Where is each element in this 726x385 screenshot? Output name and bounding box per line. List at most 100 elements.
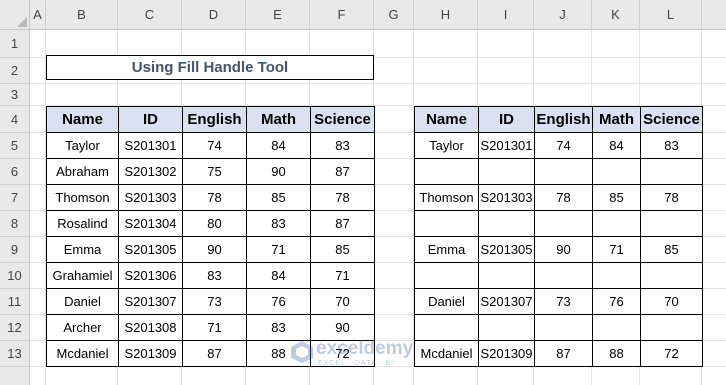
row-header-4[interactable]: 4	[0, 106, 30, 133]
cell-id[interactable]	[478, 210, 535, 237]
cell-name[interactable]	[414, 314, 479, 341]
cell-science[interactable]: 85	[640, 236, 703, 263]
cell-science[interactable]: 70	[640, 288, 703, 315]
column-header-h[interactable]: H	[414, 0, 478, 30]
header-english[interactable]: English	[534, 106, 593, 133]
cell-id[interactable]	[478, 158, 535, 185]
cell-id[interactable]: S201302	[118, 158, 183, 185]
cell-english[interactable]: 90	[182, 236, 247, 263]
cell-name[interactable]: Emma	[414, 236, 479, 263]
cell-name[interactable]: Thomson	[46, 184, 119, 211]
cell-name[interactable]: Archer	[46, 314, 119, 341]
cell-name[interactable]: Grahamiel	[46, 262, 119, 289]
header-math[interactable]: Math	[592, 106, 641, 133]
cell-name[interactable]: Taylor	[414, 132, 479, 159]
cell-math[interactable]	[592, 210, 641, 237]
header-english[interactable]: English	[182, 106, 247, 133]
cell-english[interactable]: 75	[182, 158, 247, 185]
select-all-corner[interactable]	[0, 0, 30, 30]
cell-science[interactable]: 78	[640, 184, 703, 211]
column-header-d[interactable]: D	[182, 0, 246, 30]
cell-math[interactable]	[592, 314, 641, 341]
row-header-1[interactable]: 1	[0, 30, 30, 58]
cell-english[interactable]: 78	[534, 184, 593, 211]
cell-english[interactable]: 87	[534, 340, 593, 367]
cell-english[interactable]: 83	[182, 262, 247, 289]
cell-id[interactable]: S201303	[478, 184, 535, 211]
cell-science[interactable]: 71	[310, 262, 375, 289]
cell-english[interactable]: 90	[534, 236, 593, 263]
cell-science[interactable]: 87	[310, 158, 375, 185]
cell-name[interactable]: Emma	[46, 236, 119, 263]
cell-science[interactable]: 83	[310, 132, 375, 159]
row-header-3[interactable]: 3	[0, 84, 30, 106]
cell-math[interactable]: 88	[246, 340, 311, 367]
cell-id[interactable]: S201306	[118, 262, 183, 289]
cell-name[interactable]: Rosalind	[46, 210, 119, 237]
column-header-c[interactable]: C	[118, 0, 182, 30]
cell-math[interactable]: 76	[592, 288, 641, 315]
cell-math[interactable]: 83	[246, 314, 311, 341]
cell-science[interactable]: 83	[640, 132, 703, 159]
cell-science[interactable]: 78	[310, 184, 375, 211]
cell-english[interactable]: 73	[534, 288, 593, 315]
cell-name[interactable]	[414, 262, 479, 289]
title-cell[interactable]: Using Fill Handle Tool	[46, 55, 374, 80]
cell-id[interactable]: S201305	[118, 236, 183, 263]
column-header-a[interactable]: A	[30, 0, 46, 30]
column-header-g[interactable]: G	[374, 0, 414, 30]
cell-math[interactable]	[592, 262, 641, 289]
cell-english[interactable]	[534, 262, 593, 289]
cell-name[interactable]: Abraham	[46, 158, 119, 185]
cell-science[interactable]	[640, 210, 703, 237]
cell-id[interactable]: S201309	[118, 340, 183, 367]
header-name[interactable]: Name	[414, 106, 479, 133]
row-header-9[interactable]: 9	[0, 237, 30, 263]
column-header-j[interactable]: J	[534, 0, 592, 30]
cell-math[interactable]: 84	[246, 262, 311, 289]
cell-science[interactable]: 72	[640, 340, 703, 367]
cell-id[interactable]: S201305	[478, 236, 535, 263]
cell-science[interactable]	[640, 314, 703, 341]
row-header-2[interactable]: 2	[0, 58, 30, 84]
cell-id[interactable]: S201307	[118, 288, 183, 315]
cell-english[interactable]: 78	[182, 184, 247, 211]
cell-name[interactable]: Daniel	[414, 288, 479, 315]
cell-name[interactable]: Mcdaniel	[414, 340, 479, 367]
cell-math[interactable]	[592, 158, 641, 185]
cell-name[interactable]: Daniel	[46, 288, 119, 315]
column-header-f[interactable]: F	[310, 0, 374, 30]
row-header-6[interactable]: 6	[0, 159, 30, 185]
cell-id[interactable]: S201309	[478, 340, 535, 367]
cell-english[interactable]: 87	[182, 340, 247, 367]
header-name[interactable]: Name	[46, 106, 119, 133]
cell-science[interactable]: 90	[310, 314, 375, 341]
cell-english[interactable]: 74	[534, 132, 593, 159]
header-science[interactable]: Science	[640, 106, 703, 133]
row-header-5[interactable]: 5	[0, 133, 30, 159]
cell-id[interactable]: S201301	[478, 132, 535, 159]
cell-math[interactable]: 88	[592, 340, 641, 367]
cell-math[interactable]: 84	[246, 132, 311, 159]
row-header-8[interactable]: 8	[0, 211, 30, 237]
header-id[interactable]: ID	[118, 106, 183, 133]
cell-science[interactable]: 87	[310, 210, 375, 237]
cell-science[interactable]: 70	[310, 288, 375, 315]
cell-id[interactable]: S201307	[478, 288, 535, 315]
cell-math[interactable]: 76	[246, 288, 311, 315]
column-header-e[interactable]: E	[246, 0, 310, 30]
cell-name[interactable]	[414, 158, 479, 185]
cell-science[interactable]	[640, 262, 703, 289]
column-header-b[interactable]: B	[46, 0, 118, 30]
cell-id[interactable]	[478, 262, 535, 289]
cell-english[interactable]: 74	[182, 132, 247, 159]
header-math[interactable]: Math	[246, 106, 311, 133]
cell-name[interactable]: Mcdaniel	[46, 340, 119, 367]
cell-english[interactable]	[534, 158, 593, 185]
cell-english[interactable]	[534, 210, 593, 237]
cell-name[interactable]	[414, 210, 479, 237]
column-header-i[interactable]: I	[478, 0, 534, 30]
cell-name[interactable]: Thomson	[414, 184, 479, 211]
row-header-13[interactable]: 13	[0, 341, 30, 367]
row-header-12[interactable]: 12	[0, 315, 30, 341]
